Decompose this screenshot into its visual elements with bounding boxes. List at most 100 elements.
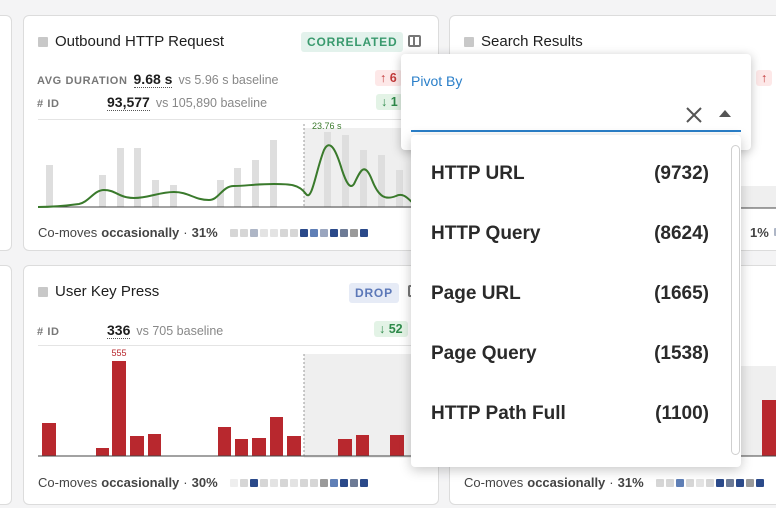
option-count: (1538) <box>654 343 709 364</box>
partial-card-left-bottom <box>0 265 12 505</box>
comoves-percent: 1% <box>750 225 769 240</box>
caret-up-icon[interactable] <box>719 110 731 117</box>
bar <box>390 435 404 456</box>
menu-item-http-path-full[interactable]: HTTP Path Full (1100) <box>411 384 729 444</box>
metric-value[interactable]: 336 <box>107 322 131 339</box>
status-badge: DROP <box>349 283 399 303</box>
metric-baseline: vs 705 baseline <box>136 324 224 338</box>
metric-label: # ID <box>37 326 60 338</box>
option-count: (1100) <box>655 403 709 424</box>
comoves-prefix: Co-moves <box>464 475 524 490</box>
bar <box>148 434 161 456</box>
menu-item-http-url[interactable]: HTTP URL (9732) <box>411 144 729 204</box>
delta-badge: ↑ 6 <box>375 70 402 86</box>
option-name: HTTP URL <box>431 163 525 184</box>
option-name: Page Query <box>431 343 537 364</box>
metric-id: # ID 93,577 vs 105,890 baseline <box>37 94 267 111</box>
card-title-text: Search Results <box>481 33 583 50</box>
columns-icon[interactable] <box>408 35 421 47</box>
series-square-icon <box>38 36 48 47</box>
comoves-percent: 31% <box>191 225 218 240</box>
comoves-sep: · <box>183 475 188 490</box>
comoves-row: Co-moves occasionally · 31% <box>464 475 764 490</box>
peak-label: 555 <box>111 348 126 358</box>
bar <box>252 438 266 456</box>
option-name: HTTP Path Full <box>431 403 566 424</box>
menu-item-http-query[interactable]: HTTP Query (8624) <box>411 204 729 264</box>
sparkline-chart: 23.76 s <box>37 121 438 208</box>
bar <box>170 185 177 207</box>
partial-card-left-top <box>0 15 12 251</box>
metric-id: # ID 336 vs 705 baseline <box>37 322 223 339</box>
comoves-word: occasionally <box>101 225 180 240</box>
card-title: User Key Press <box>38 283 159 300</box>
metric-avg-duration: AVG DURATION 9.68 s vs 5.96 s baseline <box>37 71 279 88</box>
card-title: Search Results <box>464 33 583 50</box>
bar <box>117 148 124 207</box>
comoves-word: occasionally <box>527 475 606 490</box>
metric-baseline: vs 5.96 s baseline <box>178 73 279 87</box>
option-count: (9732) <box>654 163 709 184</box>
series-square-icon <box>464 36 474 47</box>
card-title-text: Outbound HTTP Request <box>55 33 224 50</box>
card-title-text: User Key Press <box>55 283 160 300</box>
correlation-dots <box>229 228 368 237</box>
bar <box>324 132 331 207</box>
peak-label: 23.76 s <box>312 121 342 131</box>
delta-badge: ↓ 1 <box>376 94 403 110</box>
correlation-dots <box>655 478 764 487</box>
bar <box>270 140 277 207</box>
option-name: HTTP Query <box>431 223 541 244</box>
bar <box>270 417 283 456</box>
comoves-sep: · <box>609 475 614 490</box>
bar <box>287 436 301 456</box>
card-outbound-http-request[interactable]: Outbound HTTP Request CORRELATED AVG DUR… <box>23 15 439 251</box>
bar <box>46 165 53 207</box>
comoves-prefix: Co-moves <box>38 475 98 490</box>
menu-scrollbar[interactable] <box>731 145 740 455</box>
menu-item-page-url[interactable]: Page URL (1665) <box>411 264 729 324</box>
partial-chart <box>740 186 776 209</box>
bar <box>356 435 369 456</box>
metric-label: # ID <box>37 98 60 110</box>
card-title: Outbound HTTP Request <box>38 33 224 50</box>
metric-baseline: vs 105,890 baseline <box>155 96 268 110</box>
pivot-by-label: Pivot By <box>411 73 463 89</box>
pivot-options-menu: HTTP URL (9732) HTTP Query (8624) Page U… <box>411 135 741 467</box>
metric-value[interactable]: 9.68 s <box>133 71 173 88</box>
bar <box>42 423 56 456</box>
close-icon[interactable] <box>685 106 703 124</box>
status-badge: CORRELATED <box>301 32 404 52</box>
delta-badge: ↓ 52 <box>374 321 408 337</box>
option-count: (8624) <box>654 223 709 244</box>
delta-badge: ↑ <box>756 70 773 86</box>
bar <box>396 170 403 207</box>
bar <box>218 427 231 456</box>
bar-chart: 555 <box>38 348 438 458</box>
series-square-icon <box>38 286 48 297</box>
bar <box>130 436 144 456</box>
bar <box>235 439 248 456</box>
comoves-row: Co-moves occasionally · 31% <box>38 225 368 240</box>
comoves-sep: · <box>183 225 188 240</box>
bar <box>378 155 385 207</box>
card-user-key-press[interactable]: User Key Press DROP # ID 336 vs 705 base… <box>23 265 439 505</box>
partial-chart <box>740 366 776 457</box>
comoves-prefix: Co-moves <box>38 225 98 240</box>
bar <box>112 361 126 456</box>
metric-value[interactable]: 93,577 <box>107 94 150 111</box>
bar <box>252 160 259 207</box>
option-count: (1665) <box>654 283 709 304</box>
bar <box>338 439 352 456</box>
metric-label: AVG DURATION <box>37 75 128 87</box>
comoves-word: occasionally <box>101 475 180 490</box>
correlation-dots <box>229 478 368 487</box>
bar <box>234 168 241 207</box>
bar <box>96 448 109 456</box>
bar <box>360 150 367 207</box>
comoves-percent: 30% <box>191 475 218 490</box>
comoves-percent: 31% <box>617 475 644 490</box>
comoves-row: Co-moves occasionally · 30% <box>38 475 368 490</box>
menu-item-page-query[interactable]: Page Query (1538) <box>411 324 729 384</box>
option-name: Page URL <box>431 283 521 304</box>
